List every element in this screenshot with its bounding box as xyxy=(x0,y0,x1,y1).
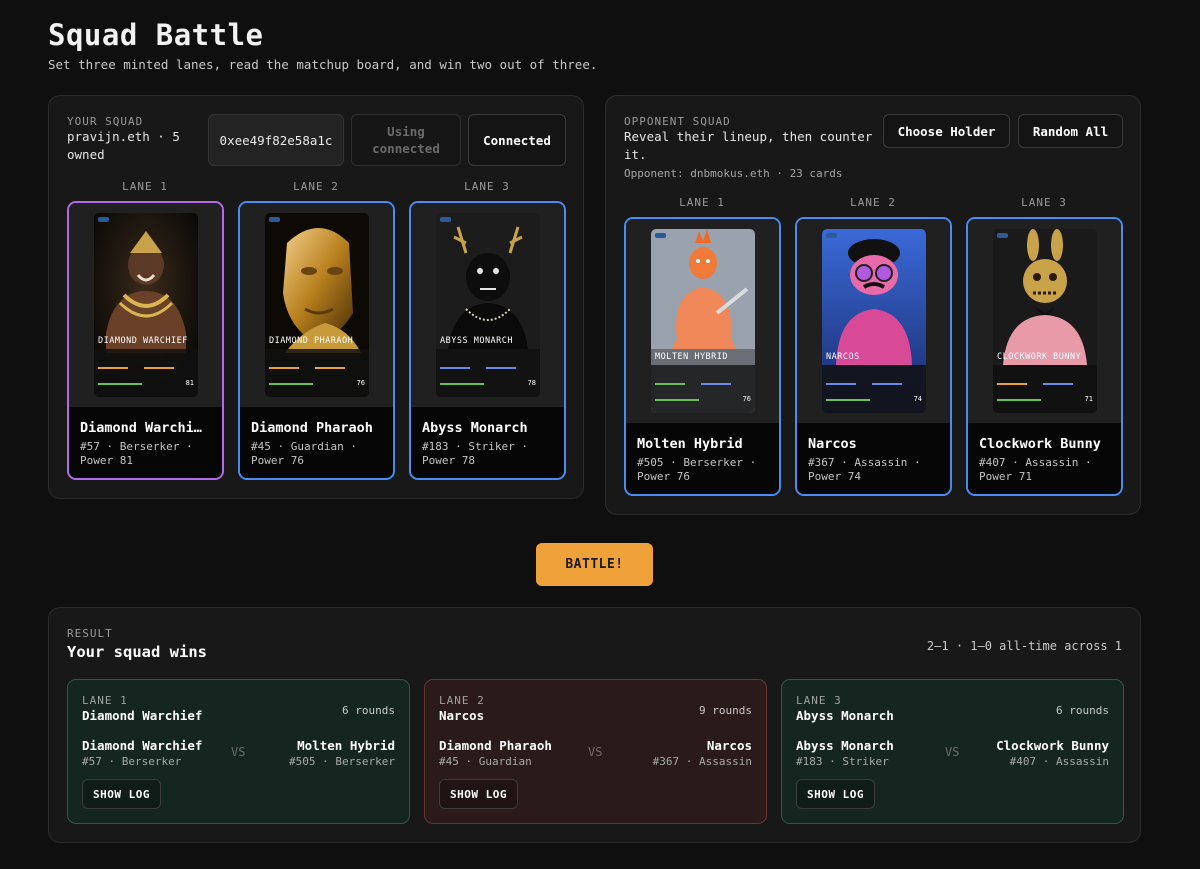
connected-button[interactable]: Connected xyxy=(468,114,566,166)
vs-label: VS xyxy=(231,745,246,759)
card-name: Narcos xyxy=(808,436,857,452)
card-id-class: #505 · Berserker · xyxy=(637,456,757,469)
your-squad-panel: YOUR SQUAD pravijn.eth · 5 owned 0xee49f… xyxy=(48,95,584,499)
card-art: CLOCKWORK BUNNY 71 xyxy=(993,229,1097,413)
lane-result-left: Diamond Warchief #57 · Berserker xyxy=(82,738,203,768)
lane-result-rounds: 9 rounds xyxy=(699,704,752,717)
opponent-squad-panel: OPPONENT SQUAD Reveal their lineup, then… xyxy=(605,95,1141,515)
lane-result-right: Molten Hybrid #505 · Berserker xyxy=(289,738,395,768)
your-card-lane-3[interactable]: ABYSS MONARCH 78 Abyss Monarch #183 · St… xyxy=(409,201,566,480)
card-id-class: #45 · Guardian · xyxy=(251,440,357,453)
vs-label: VS xyxy=(945,745,960,759)
your-squad-label: YOUR SQUAD xyxy=(67,115,144,128)
page-subtitle: Set three minted lanes, read the matchup… xyxy=(48,57,598,72)
using-connected-button[interactable]: Using connected xyxy=(351,114,461,166)
card-name: Diamond Pharaoh xyxy=(251,420,373,436)
card-mini-power: 71 xyxy=(1084,395,1093,403)
random-all-button[interactable]: Random All xyxy=(1018,114,1123,148)
card-mini-power: 76 xyxy=(356,379,365,387)
card-name: Clockwork Bunny xyxy=(979,436,1101,452)
your-lane-2-label: LANE 2 xyxy=(293,180,339,193)
card-mini-name: DIAMOND WARCHIEF xyxy=(98,336,188,346)
owner-info: pravijn.eth · 5 owned xyxy=(67,129,180,162)
card-mini-power: 76 xyxy=(742,395,751,403)
page-title: Squad Battle xyxy=(48,18,264,52)
opponent-description: Reveal their lineup, then counter it. xyxy=(624,129,873,162)
lane-result-right: Clockwork Bunny #407 · Assassin xyxy=(996,738,1109,768)
card-power: Power 74 xyxy=(808,470,861,483)
card-name: Abyss Monarch xyxy=(422,420,528,436)
card-art: ABYSS MONARCH 78 xyxy=(436,213,540,397)
card-art: DIAMOND PHARAOH 76 xyxy=(265,213,369,397)
card-mini-power: 81 xyxy=(185,379,194,387)
card-power: Power 78 xyxy=(422,454,475,467)
your-card-lane-1[interactable]: DIAMOND WARCHIEF 81 Diamond Warchi… #57 … xyxy=(67,201,224,480)
lane-result-1: LANE 1 Diamond Warchief 6 rounds Diamond… xyxy=(67,679,410,824)
card-art: NARCOS 74 xyxy=(822,229,926,413)
result-headline: Your squad wins xyxy=(67,643,207,661)
your-lane-3-label: LANE 3 xyxy=(464,180,510,193)
result-panel: RESULT Your squad wins 2–1 · 1–0 all-tim… xyxy=(48,607,1141,843)
card-mini-name: ABYSS MONARCH xyxy=(440,336,514,346)
result-label: RESULT xyxy=(67,627,113,640)
card-art: DIAMOND WARCHIEF 81 xyxy=(94,213,198,397)
card-name: Molten Hybrid xyxy=(637,436,743,452)
card-id-class: #183 · Striker · xyxy=(422,440,528,453)
card-mini-power: 78 xyxy=(527,379,536,387)
choose-holder-button[interactable]: Choose Holder xyxy=(883,114,1010,148)
card-mini-name: NARCOS xyxy=(826,352,860,362)
lane-result-3: LANE 3 Abyss Monarch 6 rounds Abyss Mona… xyxy=(781,679,1124,824)
opponent-card-lane-3[interactable]: CLOCKWORK BUNNY 71 Clockwork Bunny #407 … xyxy=(966,217,1123,496)
your-card-lane-2[interactable]: DIAMOND PHARAOH 76 Diamond Pharaoh #45 ·… xyxy=(238,201,395,480)
result-score: 2–1 · 1–0 all-time across 1 xyxy=(926,639,1122,653)
lane-result-rounds: 6 rounds xyxy=(342,704,395,717)
opponent-card-lane-1[interactable]: MOLTEN HYBRID 76 Molten Hybrid #505 · Be… xyxy=(624,217,781,496)
battle-button[interactable]: BATTLE! xyxy=(536,543,653,586)
lane-result-right: Narcos #367 · Assassin xyxy=(652,738,752,768)
lane-result-left: Diamond Pharaoh #45 · Guardian xyxy=(439,738,552,768)
opponent-lane-3-label: LANE 3 xyxy=(1021,196,1067,209)
opponent-info: Opponent: dnbmokus.eth · 23 cards xyxy=(624,167,843,180)
card-id-class: #367 · Assassin · xyxy=(808,456,921,469)
card-power: Power 71 xyxy=(979,470,1032,483)
opponent-lane-2-label: LANE 2 xyxy=(850,196,896,209)
lane-result-rounds: 6 rounds xyxy=(1056,704,1109,717)
opponent-squad-label: OPPONENT SQUAD xyxy=(624,115,731,128)
wallet-address-button[interactable]: 0xee49f82e58a1c xyxy=(208,114,344,166)
card-id-class: #57 · Berserker · xyxy=(80,440,193,453)
card-power: Power 81 xyxy=(80,454,133,467)
lane-result-2: LANE 2 Narcos 9 rounds Diamond Pharaoh #… xyxy=(424,679,767,824)
show-log-button[interactable]: SHOW LOG xyxy=(796,779,875,809)
card-id-class: #407 · Assassin · xyxy=(979,456,1092,469)
card-mini-name: DIAMOND PHARAOH xyxy=(269,336,354,346)
card-mini-name: CLOCKWORK BUNNY xyxy=(997,352,1082,362)
card-mini-name: MOLTEN HYBRID xyxy=(655,352,729,362)
your-lane-1-label: LANE 1 xyxy=(122,180,168,193)
card-power: Power 76 xyxy=(251,454,304,467)
card-name: Diamond Warchi… xyxy=(80,420,202,436)
card-art: MOLTEN HYBRID 76 xyxy=(651,229,755,413)
opponent-card-lane-2[interactable]: NARCOS 74 Narcos #367 · Assassin · Power… xyxy=(795,217,952,496)
card-mini-power: 74 xyxy=(913,395,922,403)
vs-label: VS xyxy=(588,745,603,759)
card-power: Power 76 xyxy=(637,470,690,483)
opponent-lane-1-label: LANE 1 xyxy=(679,196,725,209)
lane-result-left: Abyss Monarch #183 · Striker xyxy=(796,738,894,768)
show-log-button[interactable]: SHOW LOG xyxy=(439,779,518,809)
show-log-button[interactable]: SHOW LOG xyxy=(82,779,161,809)
